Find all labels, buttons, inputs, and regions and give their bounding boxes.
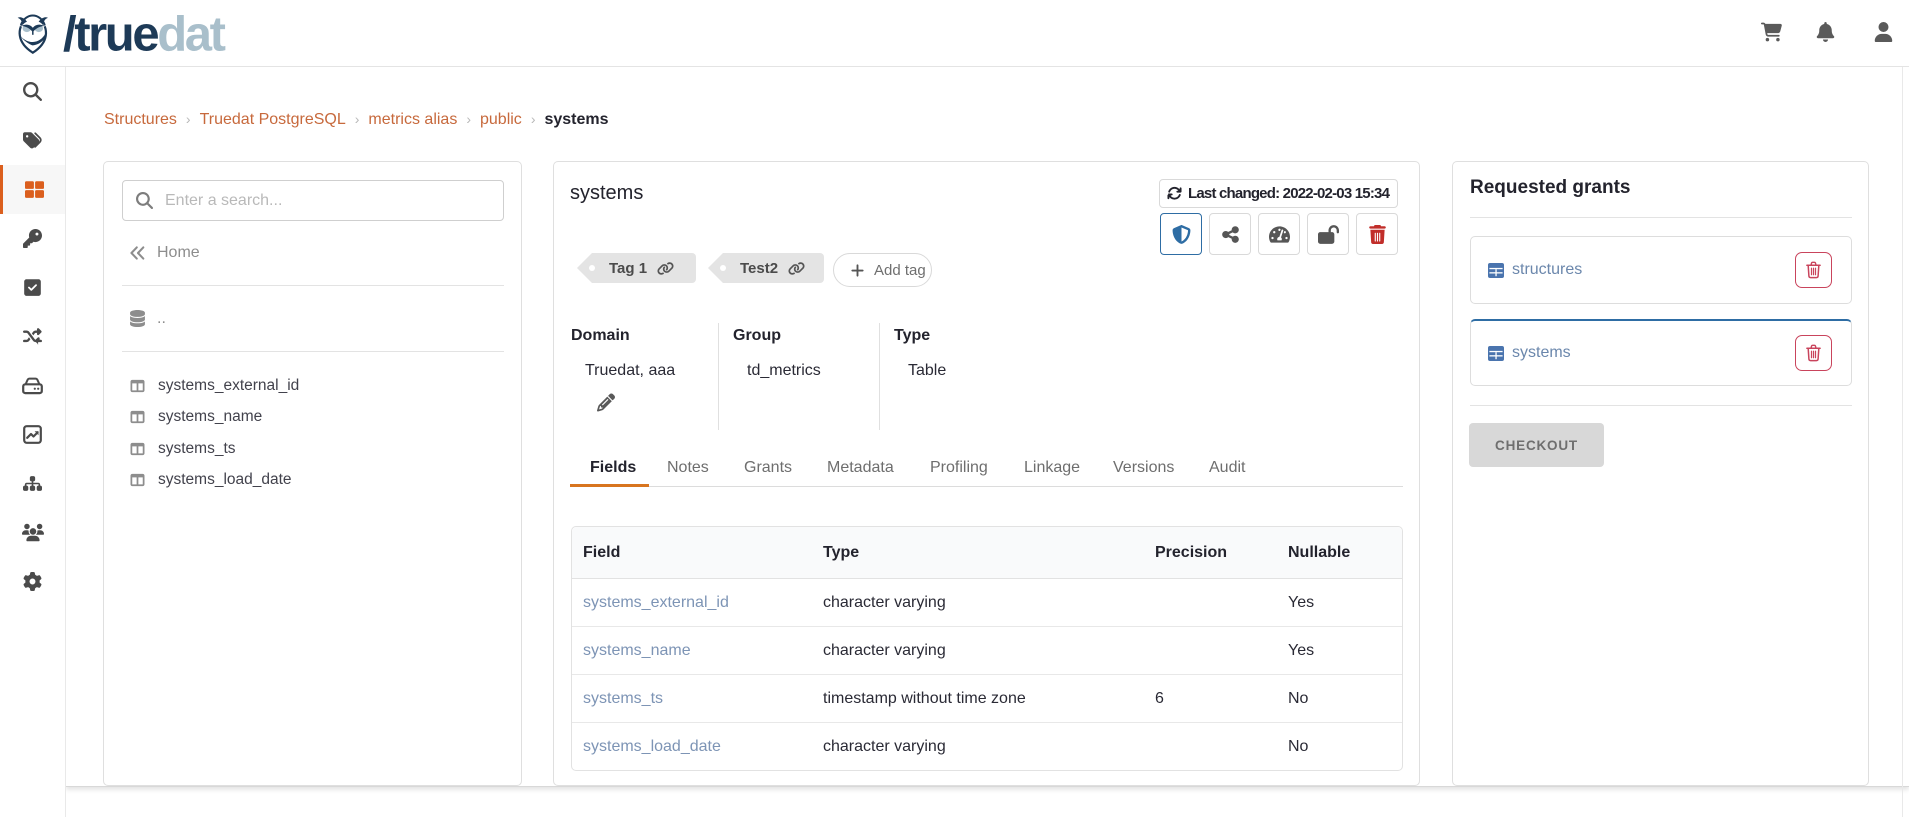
svg-text:/truedat: /truedat xyxy=(63,8,226,62)
